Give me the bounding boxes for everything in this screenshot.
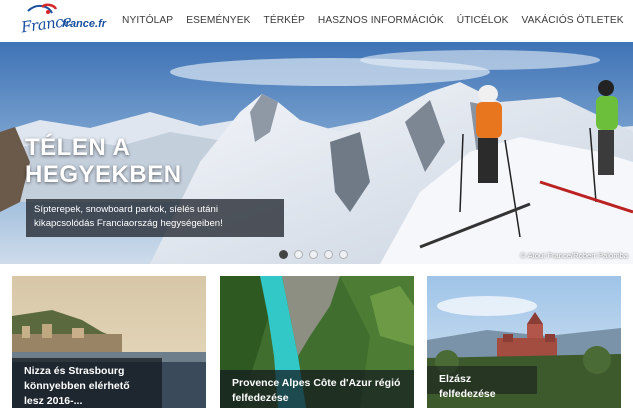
nav-destinations[interactable]: ÚTICÉLOK bbox=[457, 15, 509, 26]
nav-events[interactable]: ESEMÉNYEK bbox=[186, 15, 250, 26]
slider-dot-3[interactable] bbox=[309, 250, 318, 259]
slider-dot-5[interactable] bbox=[339, 250, 348, 259]
card-provence[interactable]: Provence Alpes Côte d'Azur régió felfede… bbox=[220, 276, 414, 408]
slider-dot-4[interactable] bbox=[324, 250, 333, 259]
nav-holiday-ideas[interactable]: VAKÁCIÓS ÖTLETEK bbox=[521, 15, 623, 26]
nav-map[interactable]: TÉRKÉP bbox=[264, 15, 305, 26]
hero-title[interactable]: TÉLEN A HEGYEKBEN bbox=[25, 134, 225, 188]
hero-caption[interactable]: Sípterepek, snowboard parkok, síelés utá… bbox=[26, 199, 284, 237]
slider-dot-1[interactable] bbox=[279, 250, 288, 259]
card-label-alsace[interactable]: Elzász felfedezése bbox=[427, 366, 537, 400]
slider-dot-2[interactable] bbox=[294, 250, 303, 259]
photo-credit: © Atout France/Robert Palomba bbox=[520, 251, 628, 260]
card-nice-strasbourg[interactable]: Nizza és Strasbourg könnyebben elérhető … bbox=[12, 276, 206, 408]
site-header: France france.fr NYITÓLAP ESEMÉNYEK TÉRK… bbox=[0, 0, 633, 42]
logo-domain: france.fr bbox=[62, 18, 107, 30]
nav-useful-info[interactable]: HASZNOS INFORMÁCIÓK bbox=[318, 15, 444, 26]
slider-dots bbox=[279, 250, 348, 259]
nav-home[interactable]: NYITÓLAP bbox=[122, 15, 173, 26]
hero-slider[interactable]: TÉLEN A HEGYEKBEN Sípterepek, snowboard … bbox=[0, 42, 633, 264]
france-logo[interactable]: France france.fr bbox=[18, 3, 108, 39]
card-alsace[interactable]: Elzász felfedezése bbox=[427, 276, 621, 408]
card-label-nice[interactable]: Nizza és Strasbourg könnyebben elérhető … bbox=[12, 358, 162, 408]
card-label-provence[interactable]: Provence Alpes Côte d'Azur régió felfede… bbox=[220, 370, 414, 408]
main-nav: NYITÓLAP ESEMÉNYEK TÉRKÉP HASZNOS INFORM… bbox=[122, 15, 633, 26]
